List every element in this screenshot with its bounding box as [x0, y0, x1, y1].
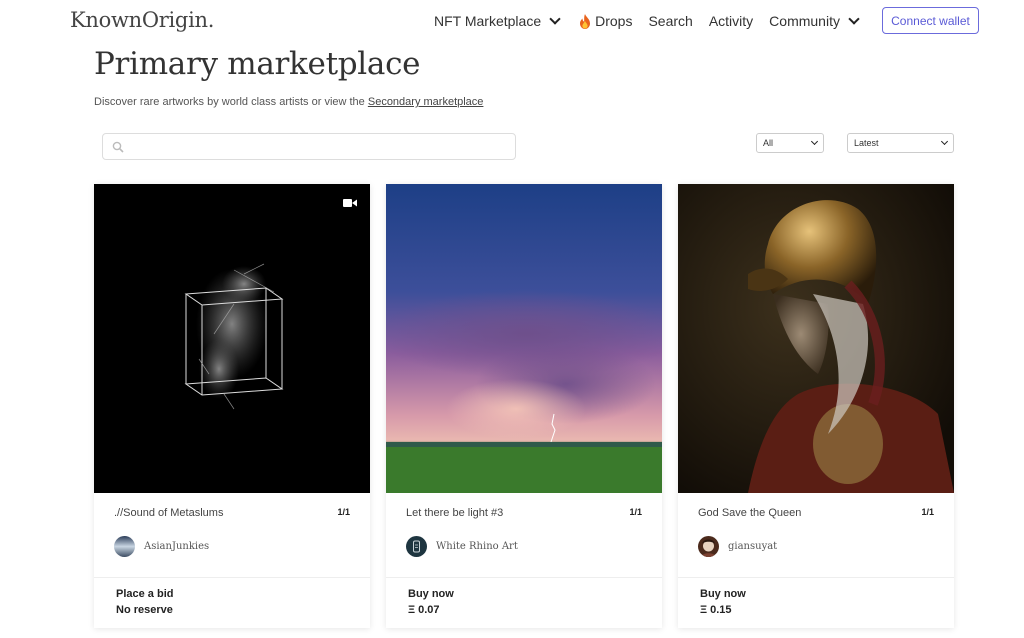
- type-filter-value: All: [763, 138, 774, 148]
- artwork-image: [184, 263, 284, 410]
- edition-count: 1/1: [921, 507, 934, 517]
- sort-select-value: Latest: [854, 138, 879, 148]
- connect-wallet-button[interactable]: Connect wallet: [882, 7, 979, 34]
- page-subtitle: Discover rare artworks by world class ar…: [94, 96, 483, 108]
- artwork-image: [386, 184, 662, 493]
- main-nav: NFT Marketplace Drops Search Activity Co…: [434, 12, 860, 30]
- sort-select[interactable]: Latest: [847, 133, 954, 153]
- sale-value: Ξ 0.15: [700, 604, 732, 616]
- chevron-down-icon: [810, 137, 819, 146]
- chevron-down-icon: [549, 12, 561, 25]
- artwork-media[interactable]: [678, 184, 954, 493]
- logo[interactable]: KnownOrigin.: [70, 8, 214, 32]
- search-box[interactable]: [102, 133, 516, 160]
- nav-nft-marketplace-label: NFT Marketplace: [434, 13, 542, 29]
- card-divider: [94, 577, 370, 578]
- artwork-title[interactable]: Let there be light #3: [406, 507, 503, 519]
- artwork-image: [678, 184, 954, 493]
- fire-icon: [580, 13, 591, 29]
- artist-name[interactable]: AsianJunkies: [144, 541, 209, 552]
- chevron-down-icon: [848, 12, 860, 25]
- nav-search[interactable]: Search: [648, 13, 692, 29]
- sale-type: Place a bid: [116, 588, 174, 600]
- artwork-card[interactable]: Let there be light #3 1/1 White Rhino Ar…: [386, 184, 662, 628]
- artwork-card[interactable]: God Save the Queen 1/1 giansuyat Buy now…: [678, 184, 954, 628]
- search-icon: [112, 141, 124, 153]
- sale-type: Buy now: [408, 588, 454, 600]
- nav-drops[interactable]: Drops: [579, 13, 632, 29]
- edition-count: 1/1: [629, 507, 642, 517]
- nav-community[interactable]: Community: [769, 12, 860, 29]
- card-divider: [678, 577, 954, 578]
- subtitle-text: Discover rare artworks by world class ar…: [94, 96, 368, 108]
- sale-type: Buy now: [700, 588, 746, 600]
- chevron-down-icon: [940, 137, 949, 146]
- nav-drops-label: Drops: [595, 13, 633, 29]
- sale-value: No reserve: [116, 604, 173, 616]
- avatar[interactable]: [114, 536, 135, 557]
- artist-name[interactable]: White Rhino Art: [436, 541, 518, 552]
- nav-activity-label: Activity: [708, 13, 754, 29]
- artwork-title[interactable]: God Save the Queen: [698, 507, 801, 519]
- page-title: Primary marketplace: [94, 46, 421, 82]
- type-filter-select[interactable]: All: [756, 133, 824, 153]
- nav-activity[interactable]: Activity: [709, 13, 753, 29]
- avatar[interactable]: [698, 536, 719, 557]
- search-input[interactable]: [131, 137, 511, 157]
- sale-value: Ξ 0.07: [408, 604, 440, 616]
- nav-search-label: Search: [648, 13, 693, 29]
- card-divider: [386, 577, 662, 578]
- avatar[interactable]: [406, 536, 427, 557]
- nav-community-label: Community: [769, 13, 840, 29]
- edition-count: 1/1: [337, 507, 350, 517]
- artist-name[interactable]: giansuyat: [728, 541, 777, 552]
- artwork-media[interactable]: [386, 184, 662, 493]
- artwork-media[interactable]: [94, 184, 370, 493]
- secondary-marketplace-link[interactable]: Secondary marketplace: [368, 96, 484, 108]
- nav-nft-marketplace[interactable]: NFT Marketplace: [434, 12, 561, 29]
- artwork-card[interactable]: .//Sound of Metaslums 1/1 AsianJunkies P…: [94, 184, 370, 628]
- artwork-title[interactable]: .//Sound of Metaslums: [114, 507, 223, 519]
- video-icon: [343, 199, 357, 207]
